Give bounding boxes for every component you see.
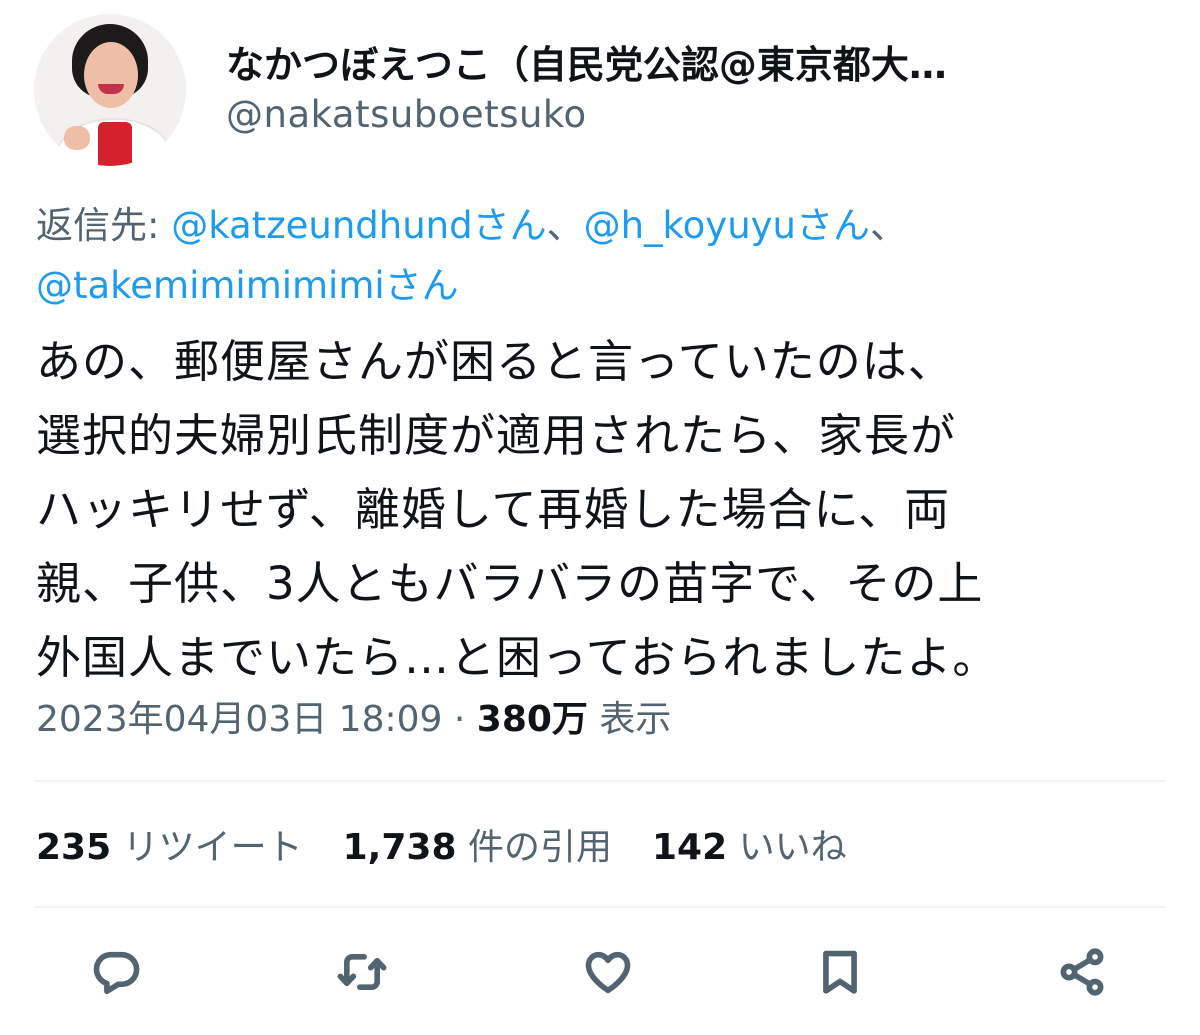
- quotes-stat[interactable]: 1,738 件の引用: [343, 827, 612, 868]
- tweet-text-line: あの、郵便屋さんが困ると言っていたのは、: [36, 335, 954, 388]
- tweet-detail: なかつぼえつこ（自民党公認@東京都大… @nakatsuboetsuko 返信先…: [0, 0, 1200, 1035]
- retweet-button[interactable]: [330, 940, 394, 1004]
- retweets-stat[interactable]: 235 リツイート: [36, 827, 303, 868]
- retweet-icon: [337, 954, 387, 990]
- likes-stat[interactable]: 142 いいね: [652, 827, 847, 868]
- share-icon: [1060, 948, 1104, 996]
- quotes-count: 1,738: [342, 827, 457, 868]
- like-button[interactable]: [576, 940, 640, 1004]
- author-handle[interactable]: @nakatsuboetsuko: [226, 92, 587, 138]
- divider: [34, 906, 1166, 908]
- divider: [34, 780, 1166, 782]
- views-label: 表示: [599, 699, 672, 740]
- meta-dot: ·: [442, 699, 477, 740]
- likes-label: いいね: [738, 827, 847, 868]
- like-icon: [585, 951, 631, 994]
- mention-link[interactable]: @h_koyuyuさん: [584, 204, 870, 247]
- mention-link[interactable]: @katzeundhundさん: [171, 204, 546, 247]
- mention-separator: 、: [870, 204, 907, 247]
- tweet-text-line: 選択的夫婦別氏制度が適用されたら、家長が: [36, 409, 957, 462]
- tweet-timestamp[interactable]: 2023年04月03日 18:09: [36, 699, 442, 740]
- share-button[interactable]: [1050, 940, 1114, 1004]
- tweet-text-line: ハッキリせず、離婚して再婚した場合に、両: [36, 483, 951, 536]
- avatar-shirt: [98, 122, 132, 166]
- reply-button[interactable]: [84, 940, 148, 1004]
- likes-count: 142: [651, 827, 728, 868]
- author-display-name[interactable]: なかつぼえつこ（自民党公認@東京都大…: [226, 40, 1106, 90]
- replying-to-label: 返信先:: [36, 204, 172, 247]
- tweet-text-line: 親、子供、3人ともバラバラの苗字で、その上: [36, 557, 984, 610]
- bookmark-button[interactable]: [808, 940, 872, 1004]
- avatar[interactable]: [34, 14, 186, 166]
- tweet-text-line: 外国人までいたら…と困っておられましたよ。: [36, 631, 999, 684]
- bookmark-icon: [823, 950, 857, 994]
- retweets-count: 235: [36, 827, 112, 868]
- tweet-text: あの、郵便屋さんが困ると言っていたのは、 選択的夫婦別氏制度が適用されたら、家長…: [36, 325, 1166, 695]
- mention-separator: 、: [546, 204, 584, 247]
- avatar-fist: [64, 126, 90, 150]
- action-bar: [0, 940, 1200, 1020]
- avatar-face: [84, 42, 138, 108]
- tweet-stats: 235 リツイート 1,738 件の引用 142 いいね: [36, 818, 887, 878]
- quotes-label: 件の引用: [467, 827, 612, 868]
- tweet-meta: 2023年04月03日 18:09 · 380万 表示: [36, 692, 671, 748]
- mention-link[interactable]: @takemimimimimiさん: [36, 264, 459, 307]
- views-count: 380万: [476, 699, 588, 740]
- replying-to: 返信先: @katzeundhundさん、@h_koyuyuさん、 @takemi…: [36, 196, 1166, 316]
- retweets-label: リツイート: [122, 827, 303, 868]
- reply-icon: [93, 951, 140, 995]
